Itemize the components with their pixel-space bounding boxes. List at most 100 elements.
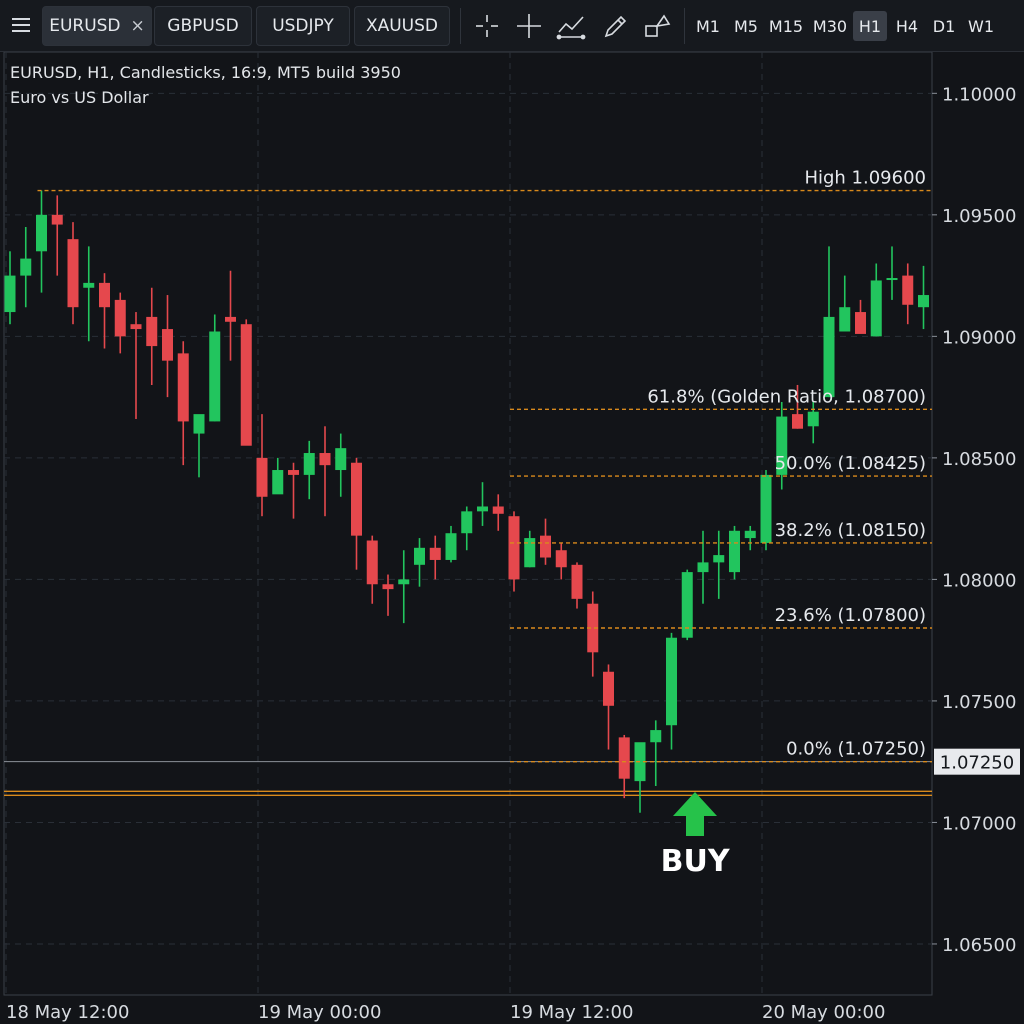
candle-bear — [492, 506, 504, 514]
timeframe-w1[interactable]: W1 — [964, 11, 998, 41]
candle-bull — [461, 511, 473, 534]
tab-usdjpy[interactable]: USDJPY — [256, 6, 350, 46]
fib-level-label: High 1.09600 — [804, 168, 926, 189]
tab-label: EURUSD — [49, 16, 121, 36]
chart-area[interactable]: 1.10000 1.09500 1.09000 1.08500 1.08000 1.075… — [0, 52, 1024, 1024]
fib-level-label: 0.0% (1.07250) — [786, 739, 926, 760]
y-tick-label: 1.07000 — [942, 813, 1016, 834]
candle-bear — [429, 547, 441, 560]
fib-level-label: 23.6% (1.07800) — [775, 605, 926, 626]
timeframe-m1[interactable]: M1 — [692, 11, 724, 41]
candle-bear — [67, 239, 79, 308]
candle-bull — [20, 258, 32, 276]
timeframe-m5[interactable]: M5 — [730, 11, 762, 41]
candle-bear — [603, 671, 614, 706]
candle-bear — [177, 353, 189, 422]
tab-gbpusd[interactable]: GBPUSD — [154, 6, 252, 46]
candle-bull — [477, 506, 488, 512]
candle-bear — [508, 516, 520, 580]
tab-label: USDJPY — [272, 16, 334, 36]
fib-level-label: 38.2% (1.08150) — [775, 520, 926, 541]
y-tick-label: 1.06500 — [942, 935, 1016, 956]
toolbar: EURUSD × GBPUSD USDJPY XAUUSD M1 M5 M15 … — [0, 0, 1024, 52]
up-arrow-icon — [673, 792, 718, 836]
candlestick-chart[interactable]: 1.10000 1.09500 1.09000 1.08500 1.08000 1.075… — [0, 52, 1024, 1024]
candle-bear — [162, 329, 173, 361]
x-tick-label: 19 May 12:00 — [510, 1002, 633, 1023]
candle-bull — [272, 470, 284, 495]
crosshair-icon[interactable] — [472, 10, 502, 42]
fib-level-label: 50.0% (1.08425) — [775, 453, 926, 474]
candle-bear — [792, 414, 803, 429]
candle-bull — [83, 282, 95, 288]
candle-bear — [240, 324, 252, 446]
candle-bull — [823, 316, 835, 398]
y-tick-label: 1.09000 — [942, 327, 1016, 348]
candle-bull — [918, 295, 929, 308]
timeframe-d1[interactable]: D1 — [927, 11, 961, 41]
y-tick-label: 1.08500 — [942, 449, 1016, 470]
toolbar-divider — [460, 8, 461, 44]
trendline-icon[interactable] — [556, 10, 586, 42]
candle-bear — [382, 584, 394, 590]
menu-icon[interactable] — [8, 12, 34, 38]
y-tick-label: 1.10000 — [942, 84, 1016, 105]
shapes-icon[interactable] — [642, 10, 672, 42]
candle-bull — [666, 637, 677, 726]
candle-bull — [335, 448, 347, 471]
timeframe-m15[interactable]: M15 — [766, 11, 806, 41]
tab-eurusd[interactable]: EURUSD × — [42, 6, 152, 46]
candle-bull — [36, 214, 47, 252]
candle-bull — [209, 331, 221, 422]
candle-bear — [366, 540, 378, 585]
candle-bear — [99, 282, 110, 308]
candle-bull — [4, 275, 16, 313]
candle-bear — [51, 214, 63, 225]
candle-bull — [650, 730, 662, 743]
chart-subtitle: Euro vs US Dollar — [10, 88, 149, 107]
candle-bear — [618, 737, 630, 779]
tab-label: XAUUSD — [365, 16, 439, 36]
candle-bull — [697, 562, 709, 573]
y-tick-label: 1.08000 — [942, 570, 1016, 591]
candle-bull — [839, 307, 851, 332]
candle-bull — [414, 547, 425, 565]
candle-bear — [571, 564, 583, 599]
timeframe-h4[interactable]: H4 — [890, 11, 924, 41]
candle-bull — [760, 474, 772, 543]
candle-bull — [744, 530, 756, 539]
candle-bear — [540, 535, 551, 558]
candle-bear — [351, 462, 362, 536]
tab-xauusd[interactable]: XAUUSD — [354, 6, 450, 46]
toolbar-divider — [684, 8, 685, 44]
y-tick-label: 1.07500 — [942, 692, 1016, 713]
x-tick-label: 20 May 00:00 — [762, 1002, 885, 1023]
candle-bull — [807, 411, 819, 427]
candle-bear — [146, 316, 158, 347]
candle-bear — [114, 299, 126, 337]
x-tick-label: 18 May 12:00 — [6, 1002, 129, 1023]
fib-level-label: 61.8% (Golden Ratio, 1.08700) — [647, 386, 926, 407]
candle-bear — [225, 316, 236, 322]
candle-bull — [713, 555, 725, 563]
candle-bull — [193, 414, 205, 434]
candle-bear — [288, 470, 299, 475]
buy-label: BUY — [660, 844, 730, 879]
pencil-icon[interactable] — [600, 10, 630, 42]
close-icon[interactable]: × — [131, 16, 145, 36]
chart-info: EURUSD, H1, Candlesticks, 16:9, MT5 buil… — [10, 60, 401, 110]
timeframe-m30[interactable]: M30 — [810, 11, 850, 41]
candle-bear — [855, 312, 866, 334]
candle-bear — [256, 457, 268, 497]
candle-bear — [555, 550, 567, 568]
y-tick-label: 1.09500 — [942, 206, 1016, 227]
candle-bull — [303, 453, 315, 475]
candle-bull — [886, 278, 898, 281]
candle-bull — [445, 533, 457, 560]
candle-bear — [902, 275, 914, 305]
timeframe-h1[interactable]: H1 — [853, 11, 887, 41]
candle-bull — [870, 280, 882, 337]
candle-bull — [729, 530, 740, 573]
crosshair-thin-icon[interactable] — [514, 10, 544, 42]
current-price-label: 1.07250 — [940, 753, 1014, 774]
